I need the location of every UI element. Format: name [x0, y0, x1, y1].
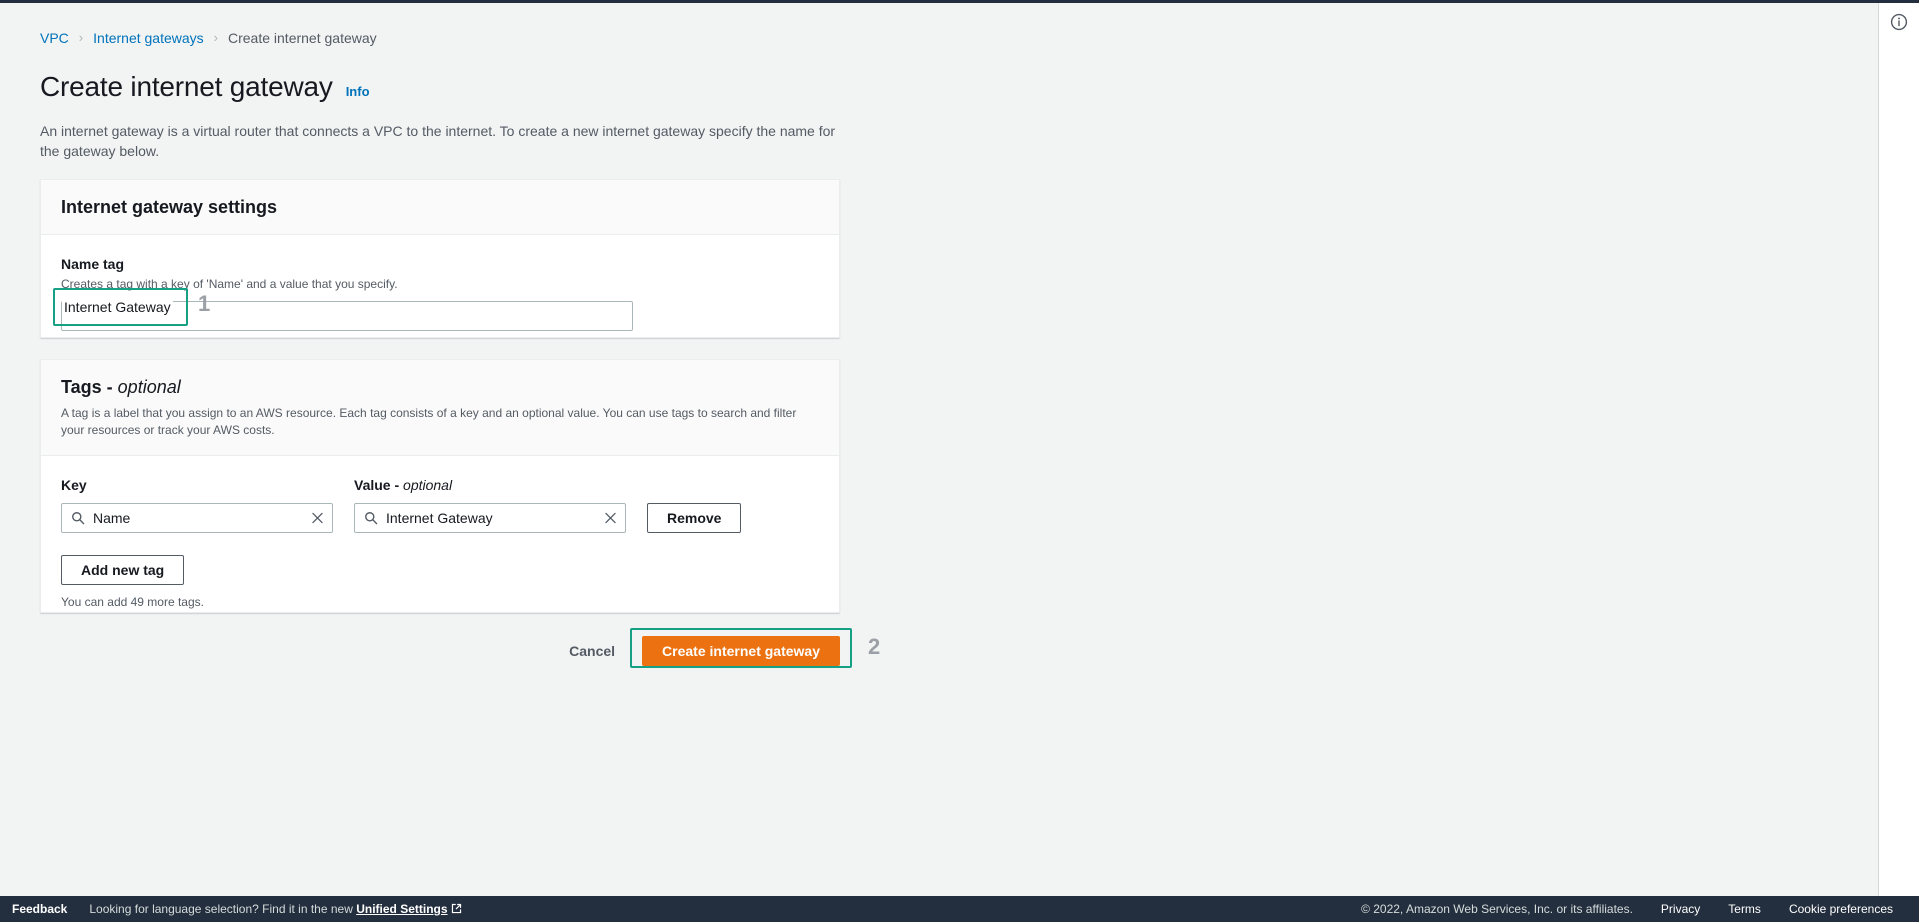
cancel-button[interactable]: Cancel: [550, 636, 634, 666]
terms-link[interactable]: Terms: [1728, 902, 1761, 916]
footer: Feedback Looking for language selection?…: [0, 896, 1919, 922]
footer-right-group: © 2022, Amazon Web Services, Inc. or its…: [1361, 902, 1919, 916]
breadcrumb-item-internet-gateways[interactable]: Internet gateways: [93, 28, 204, 48]
tag-key-value: Name: [93, 510, 131, 526]
tag-value-label-optional: optional: [403, 477, 453, 493]
tags-card: Tags - optional A tag is a label that yo…: [40, 359, 840, 613]
clear-icon[interactable]: [311, 512, 324, 525]
tag-value-label: Value - optional: [354, 476, 626, 494]
tag-value-value: Internet Gateway: [386, 510, 493, 526]
search-icon: [364, 511, 378, 525]
page-description: An internet gateway is a virtual router …: [40, 123, 836, 159]
breadcrumb-item-vpc[interactable]: VPC: [40, 28, 69, 48]
language-selection-prompt: Looking for language selection? Find it …: [89, 902, 357, 916]
tag-row: Key Name Value - optional Internet Gatew…: [61, 476, 819, 533]
search-icon: [71, 511, 85, 525]
form-actions: Cancel Create internet gateway: [40, 636, 840, 666]
tag-key-input[interactable]: Name: [61, 503, 333, 533]
cookie-preferences-link[interactable]: Cookie preferences: [1789, 902, 1893, 916]
page-info-link[interactable]: Info: [346, 84, 370, 99]
create-internet-gateway-button[interactable]: Create internet gateway: [642, 636, 840, 666]
copyright-text: © 2022, Amazon Web Services, Inc. or its…: [1361, 902, 1633, 916]
unified-settings-link[interactable]: Unified Settings: [356, 902, 447, 916]
annotation-step-number-1: 1: [198, 291, 211, 316]
tags-card-title: Tags - optional: [61, 376, 819, 398]
language-selection-notice: Looking for language selection? Find it …: [89, 902, 461, 916]
tag-key-column: Key Name: [61, 476, 333, 533]
feedback-link[interactable]: Feedback: [12, 902, 67, 916]
clear-icon[interactable]: [604, 512, 617, 525]
settings-card-title: Internet gateway settings: [61, 197, 278, 217]
add-new-tag-button[interactable]: Add new tag: [61, 555, 185, 585]
tag-value-label-text: Value -: [354, 477, 404, 493]
annotation-name-tag-text: Internet Gateway: [62, 295, 173, 319]
annotation-step-number-2: 2: [868, 634, 881, 659]
breadcrumb-separator-icon: ›: [78, 30, 84, 45]
tag-value-column: Value - optional Internet Gateway: [354, 476, 626, 533]
info-circle-icon[interactable]: [1890, 13, 1908, 31]
settings-card-header: Internet gateway settings: [41, 180, 839, 235]
tags-card-title-optional: optional: [117, 377, 181, 397]
breadcrumb: VPC › Internet gateways › Create interne…: [40, 28, 377, 48]
tags-card-body: Key Name Value - optional Internet Gatew…: [41, 456, 839, 630]
privacy-link[interactable]: Privacy: [1661, 902, 1700, 916]
name-tag-description: Creates a tag with a key of 'Name' and a…: [61, 277, 398, 291]
tag-key-label: Key: [61, 477, 87, 493]
external-link-icon: [451, 903, 462, 914]
help-panel: [1878, 3, 1919, 896]
settings-card-body: Name tag Creates a tag with a key of 'Na…: [41, 235, 839, 351]
remove-tag-button[interactable]: Remove: [647, 503, 742, 533]
tags-card-title-text: Tags -: [61, 377, 118, 397]
breadcrumb-separator-icon: ›: [213, 30, 218, 45]
breadcrumb-item-current: Create internet gateway: [228, 30, 377, 46]
tag-value-input[interactable]: Internet Gateway: [354, 503, 626, 533]
page-title-row: Create internet gateway Info: [40, 71, 370, 103]
tags-card-description: A tag is a label that you assign to an A…: [61, 406, 797, 437]
name-tag-label: Name tag: [61, 256, 125, 272]
footer-left-group: Feedback Looking for language selection?…: [0, 902, 462, 916]
page-title: Create internet gateway: [40, 71, 333, 102]
tags-card-header: Tags - optional A tag is a label that yo…: [41, 360, 839, 456]
main-content-area: VPC › Internet gateways › Create interne…: [0, 3, 1878, 896]
tags-remaining-hint: You can add 49 more tags.: [61, 595, 204, 609]
